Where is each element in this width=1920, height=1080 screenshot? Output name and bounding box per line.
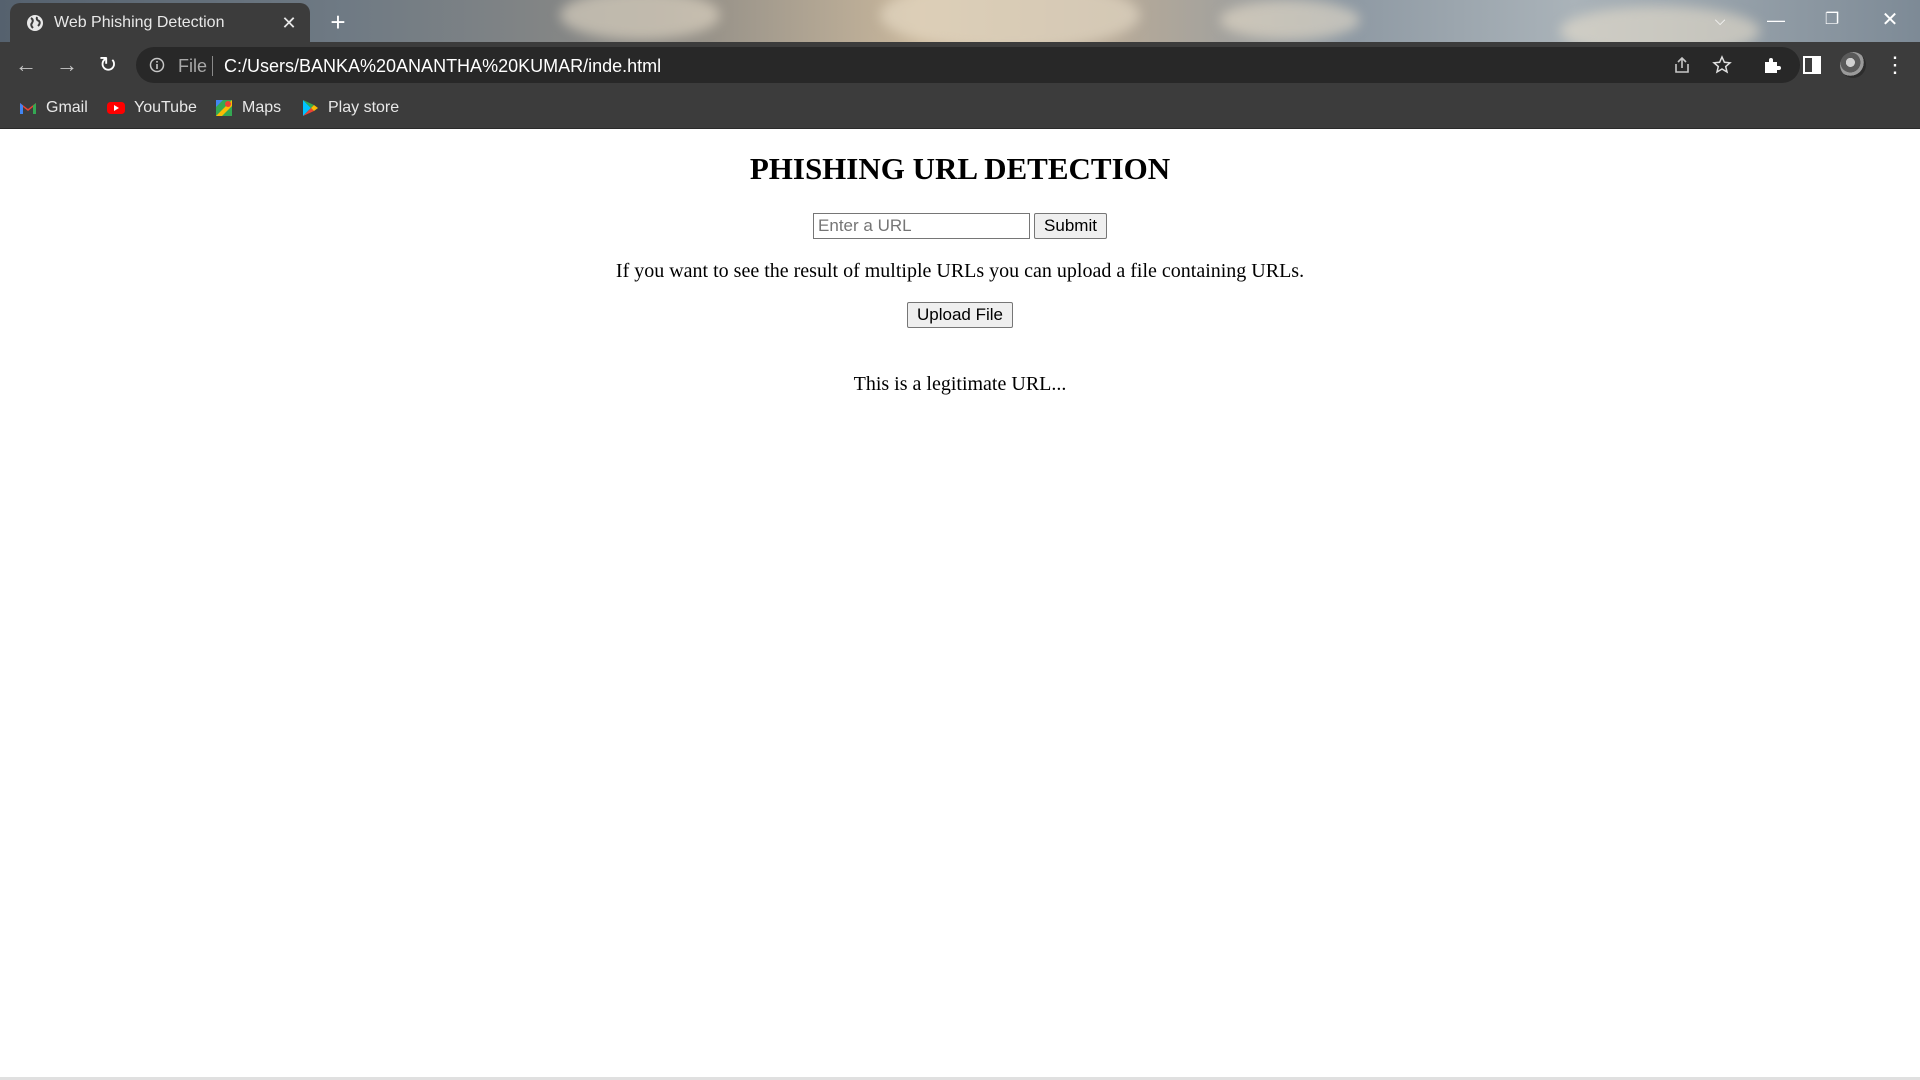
browser-tab-active[interactable]: Web Phishing Detection ✕ <box>10 3 310 42</box>
play-store-icon <box>303 100 318 116</box>
maps-icon <box>216 100 232 116</box>
address-bar[interactable]: File C:/Users/BANKA%20ANANTHA%20KUMAR/in… <box>136 47 1800 83</box>
sky-cloud <box>880 0 1140 42</box>
profile-avatar[interactable] <box>1840 52 1866 78</box>
bookmarks-bar: Gmail YouTube Maps Play store <box>0 88 1920 129</box>
browser-menu-icon[interactable]: ⋮ <box>1884 51 1906 79</box>
bookmark-gmail[interactable]: Gmail <box>18 96 88 120</box>
bookmark-label: Maps <box>242 99 282 116</box>
reload-icon[interactable]: ↻ <box>94 51 122 79</box>
page-content: PHISHING URL DETECTION Submit If you wan… <box>0 129 1920 1077</box>
sky-cloud <box>1220 0 1360 40</box>
extensions-puzzle-icon[interactable] <box>1761 54 1783 76</box>
restore-button[interactable]: ❐ <box>1812 6 1852 34</box>
forward-arrow-icon[interactable]: → <box>53 51 81 79</box>
page-title: PHISHING URL DETECTION <box>749 151 1171 186</box>
share-icon[interactable] <box>1672 55 1692 75</box>
upload-row: Upload File <box>0 302 1920 328</box>
back-arrow-icon[interactable]: ← <box>12 51 40 79</box>
gmail-icon <box>20 103 36 114</box>
url-form: Submit <box>0 213 1920 239</box>
bookmark-youtube[interactable]: YouTube <box>106 96 197 120</box>
address-divider <box>212 56 213 76</box>
tab-title: Web Phishing Detection <box>54 14 225 31</box>
bookmark-label: Play store <box>328 99 400 116</box>
bookmark-star-icon[interactable] <box>1712 55 1732 75</box>
youtube-icon <box>107 102 125 114</box>
globe-icon <box>27 15 43 31</box>
close-window-button[interactable]: ✕ <box>1870 6 1910 34</box>
bookmark-maps[interactable]: Maps <box>214 96 281 120</box>
address-scheme: File <box>178 56 208 76</box>
submit-button[interactable]: Submit <box>1034 213 1107 239</box>
result-message: This is a legitimate URL... <box>853 373 1067 395</box>
bookmark-play-store[interactable]: Play store <box>300 96 399 120</box>
side-panel-icon[interactable] <box>1801 54 1823 76</box>
minimize-button[interactable]: — <box>1756 6 1796 34</box>
sky-cloud <box>560 0 720 40</box>
tab-close-icon[interactable]: ✕ <box>278 12 300 34</box>
browser-toolbar: ← → ↻ File C:/Users/BANKA%20ANANTHA%20KU… <box>0 42 1920 88</box>
bookmark-label: Gmail <box>46 99 88 116</box>
address-url[interactable]: C:/Users/BANKA%20ANANTHA%20KUMAR/inde.ht… <box>224 56 661 77</box>
window-titlebar: Web Phishing Detection ✕ + ⌵ — ❐ ✕ <box>0 0 1920 42</box>
upload-info-text: If you want to see the result of multipl… <box>615 260 1305 282</box>
info-icon[interactable] <box>149 57 165 73</box>
upload-file-button[interactable]: Upload File <box>907 302 1013 328</box>
url-input[interactable] <box>813 213 1031 239</box>
new-tab-button[interactable]: + <box>324 8 352 36</box>
tab-search-chevron-icon[interactable]: ⌵ <box>1700 6 1740 34</box>
bookmark-label: YouTube <box>134 99 197 116</box>
